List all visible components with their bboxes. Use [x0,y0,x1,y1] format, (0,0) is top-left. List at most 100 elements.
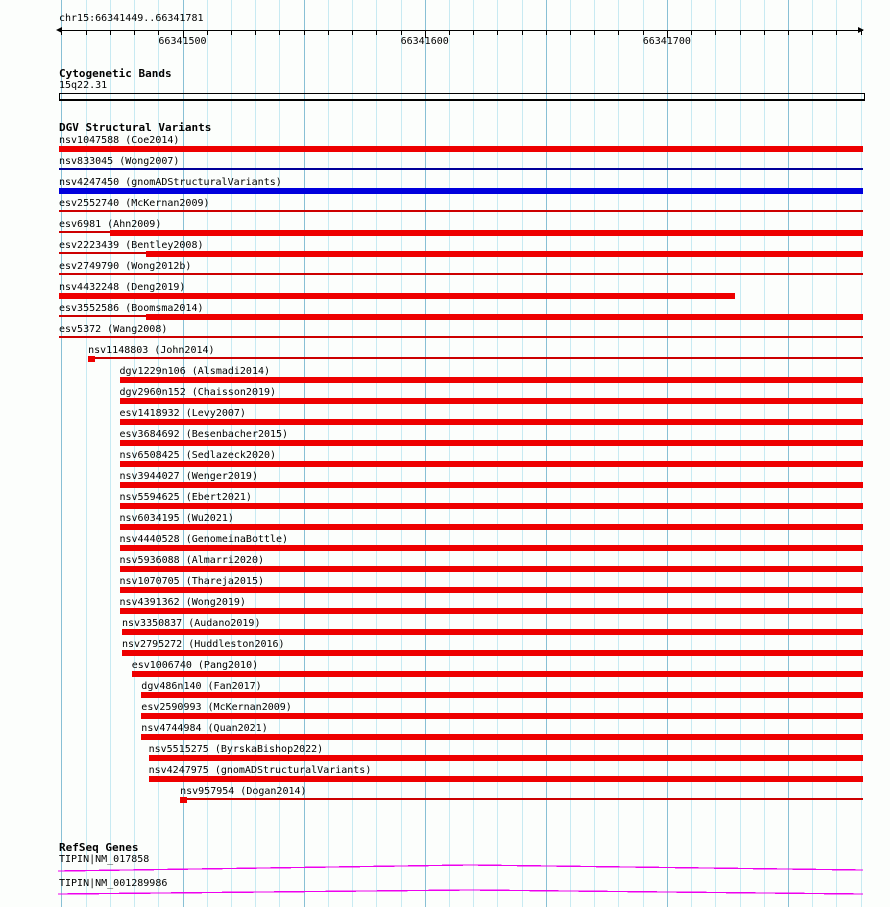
variant-label[interactable]: nsv6034195 (Wu2021) [120,513,234,524]
gene-label[interactable]: TIPIN|NM_017858 [59,854,149,865]
variant-label[interactable]: nsv4247450 (gnomADStructuralVariants) [59,177,282,188]
variant-bar-thick[interactable] [148,776,863,782]
gridline [448,0,450,907]
ruler-tick [739,30,741,35]
variant-bar-block[interactable] [88,356,96,362]
variant-label[interactable]: dgv486n140 (Fan2017) [141,681,261,692]
variant-bar-thin[interactable] [59,336,863,338]
variant-bar-thick[interactable] [119,482,863,488]
ruler-tick [61,30,63,35]
variant-label[interactable]: nsv3944027 (Wenger2019) [120,471,258,482]
variant-bar-thick[interactable] [119,398,863,404]
variant-label[interactable]: nsv833045 (Wong2007) [59,156,179,167]
variant-bar-thick[interactable] [109,230,863,236]
variant-bar-thick[interactable] [141,734,863,740]
variant-label[interactable]: nsv1047588 (Coe2014) [59,135,179,146]
variant-bar-thick[interactable] [119,608,863,614]
variant-bar-thick[interactable] [141,713,863,719]
gridline [376,0,378,907]
variant-bar-thick[interactable] [119,566,863,572]
ruler-tick [836,30,838,35]
ruler-tick [279,30,281,35]
variant-bar-thick[interactable] [141,692,863,698]
variant-bar-thin[interactable] [59,315,147,317]
variant-label[interactable]: nsv5515275 (ByrskaBishop2022) [149,744,324,755]
variant-bar-thin[interactable] [59,231,110,233]
variant-bar-thick[interactable] [119,377,863,383]
variant-label[interactable]: nsv4247975 (gnomADStructuralVariants) [149,765,372,776]
gridline [836,0,838,907]
variant-label[interactable]: esv1418932 (Levy2007) [120,408,246,419]
ruler-tick [642,30,644,35]
gene-label[interactable]: TIPIN|NM_001289986 [59,878,167,889]
gridline [521,0,523,907]
variant-bar-thin[interactable] [59,252,147,254]
variant-bar-thin[interactable] [59,210,863,212]
variant-label[interactable]: nsv957954 (Dogan2014) [180,786,306,797]
variant-label[interactable]: nsv2795272 (Huddleston2016) [122,639,285,650]
variant-bar-thick[interactable] [119,545,863,551]
variant-label[interactable]: esv3684692 (Besenbacher2015) [120,429,289,440]
variant-label[interactable]: esv2552740 (McKernan2009) [59,198,210,209]
gridline [787,0,789,907]
variant-label[interactable]: nsv6508425 (Sedlazeck2020) [120,450,277,461]
variant-bar-thin[interactable] [59,273,863,275]
gridline [860,0,862,907]
variant-bar-thin[interactable] [59,168,863,170]
variant-label[interactable]: esv5372 (Wang2008) [59,324,167,335]
variant-bar-thick[interactable] [122,629,863,635]
variant-label[interactable]: nsv5594625 (Ebert2021) [120,492,252,503]
cytogenetic-band-rect[interactable] [59,93,865,101]
gridline [400,0,402,907]
dgv-section-title: DGV Structural Variants [59,121,212,134]
variant-label[interactable]: esv6981 (Ahn2009) [59,219,161,230]
variant-label[interactable]: esv2749790 (Wong2012b) [59,261,191,272]
gridline [545,0,547,907]
gridline [739,0,741,907]
gridline [666,0,668,907]
variant-bar-thick[interactable] [148,755,863,761]
gridline [424,0,426,907]
variant-bar-thick[interactable] [59,188,863,194]
ruler-tick-label: 66341700 [642,36,691,47]
variant-label[interactable]: esv2590993 (McKernan2009) [141,702,292,713]
variant-label[interactable]: dgv2960n152 (Chaisson2019) [120,387,277,398]
variant-bar-thin[interactable] [187,798,863,800]
gridline [618,0,620,907]
variant-bar-thick[interactable] [131,671,863,677]
variant-label[interactable]: nsv3350837 (Audano2019) [122,618,260,629]
cytogenetic-section-title: Cytogenetic Bands [59,67,172,80]
ruler-tick [787,30,789,35]
variant-label[interactable]: esv1006740 (Pang2010) [132,660,258,671]
variant-bar-thick[interactable] [146,251,863,257]
variant-bar-thick[interactable] [122,650,863,656]
variant-bar-thick[interactable] [119,461,863,467]
gridline [763,0,765,907]
variant-bar-thick[interactable] [59,293,735,299]
variant-bar-thick[interactable] [59,146,863,152]
variant-bar-thick[interactable] [119,503,863,509]
ruler-baseline [59,30,863,31]
variant-label[interactable]: nsv1070705 (Thareja2015) [120,576,265,587]
variant-label[interactable]: esv3552586 (Boomsma2014) [59,303,204,314]
gridline [691,0,693,907]
gene-intron-line[interactable] [57,889,864,895]
gene-intron-line[interactable] [57,864,864,872]
variant-label[interactable]: dgv1229n106 (Alsmadi2014) [120,366,271,377]
variant-bar-thick[interactable] [119,587,863,593]
variant-bar-thin[interactable] [95,357,863,359]
variant-bar-thick[interactable] [119,524,863,530]
variant-bar-thick[interactable] [146,314,863,320]
variant-label[interactable]: nsv4744984 (Quan2021) [141,723,267,734]
variant-label[interactable]: nsv5936088 (Almarri2020) [120,555,265,566]
variant-bar-thick[interactable] [119,419,863,425]
ruler-tick [376,30,378,35]
variant-bar-block[interactable] [180,797,188,803]
variant-bar-thick[interactable] [119,440,863,446]
variant-label[interactable]: nsv4440528 (GenomeinaBottle) [120,534,289,545]
variant-label[interactable]: nsv4391362 (Wong2019) [120,597,246,608]
variant-label[interactable]: nsv1148803 (John2014) [88,345,214,356]
variant-label[interactable]: esv2223439 (Bentley2008) [59,240,204,251]
variant-label[interactable]: nsv4432248 (Deng2019) [59,282,185,293]
refseq-section-title: RefSeq Genes [59,841,139,854]
